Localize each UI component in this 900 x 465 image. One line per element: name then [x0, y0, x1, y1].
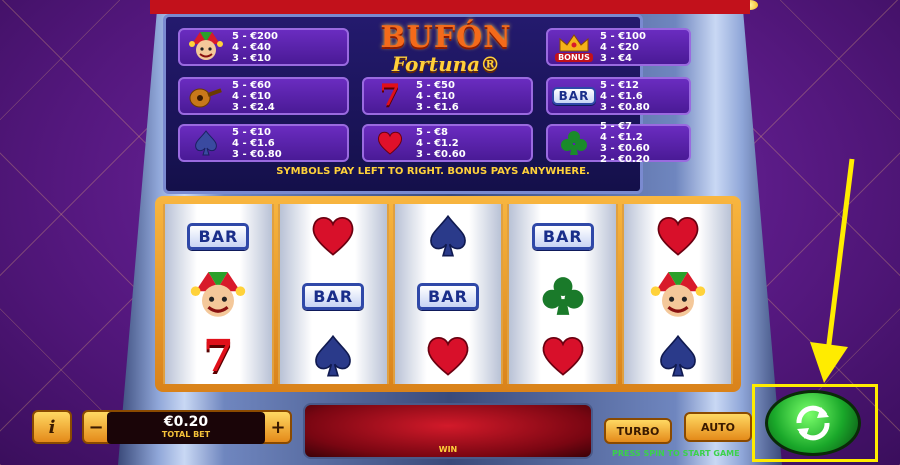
pay-line: 3 - €0.80	[600, 101, 650, 113]
pay-line: 5 - €7	[600, 121, 632, 132]
pay-line: 4 - €40	[232, 41, 271, 53]
paytable-bar: BAR 5 - €12 4 - €1.6 3 - €0.80	[546, 77, 691, 115]
bet-value: €0.20	[163, 414, 209, 430]
heart-icon	[509, 328, 616, 384]
pay-line: 4 - €20	[600, 41, 639, 53]
turbo-button[interactable]: TURBO	[604, 418, 672, 444]
spade-icon	[624, 328, 731, 384]
crown-bonus-icon: BONUS	[548, 30, 600, 64]
paytable-club: 5 - €7 4 - €1.2 3 - €0.60 2 - €0.20	[546, 121, 691, 165]
cabinet-top	[150, 0, 750, 14]
spade-icon	[395, 208, 502, 264]
pay-line: 3 - €1.6	[416, 101, 459, 113]
pay-line: 4 - €1.2	[416, 137, 459, 149]
auto-button[interactable]: AUTO	[684, 412, 752, 442]
heart-icon	[280, 208, 387, 264]
paytable-mandolin: 5 - €60 4 - €10 3 - €2.4	[178, 77, 349, 115]
club-icon	[509, 268, 616, 324]
reel-5	[622, 204, 733, 384]
bar-icon: BAR	[165, 208, 272, 264]
bet-display: €0.20 TOTAL BET	[107, 412, 265, 444]
pay-line: 3 - €0.80	[232, 148, 282, 160]
seven-icon: 7	[203, 330, 234, 382]
info-button[interactable]: i	[32, 410, 72, 444]
spade-icon	[180, 126, 232, 160]
pay-line: 3 - €10	[232, 52, 271, 64]
paytable-seven: 7 5 - €50 4 - €10 3 - €1.6	[362, 77, 533, 115]
spade-icon	[280, 328, 387, 384]
pay-line: 5 - €8	[416, 126, 448, 138]
pay-line: 3 - €0.60	[600, 143, 650, 154]
paytable-heart: 5 - €8 4 - €1.2 3 - €0.60	[362, 124, 533, 162]
jester-icon	[180, 30, 232, 64]
jester-icon	[165, 268, 272, 324]
bar-icon: BAR	[395, 268, 502, 324]
reels-area: BAR 7 BAR BAR BAR	[163, 204, 733, 384]
pay-line: 5 - €50	[416, 79, 455, 91]
pay-line: 5 - €100	[600, 30, 646, 42]
pay-line: 3 - €4	[600, 52, 632, 64]
pay-line: 5 - €200	[232, 30, 278, 42]
bet-label: TOTAL BET	[161, 430, 211, 439]
logo-subtitle: Fortuna®	[391, 52, 501, 76]
spin-button[interactable]	[765, 390, 861, 456]
win-label: WIN	[438, 445, 458, 454]
reel-1: BAR 7	[163, 204, 274, 384]
pay-line: 4 - €1.6	[232, 137, 275, 149]
logo-title: BUFÓN	[380, 20, 512, 55]
pay-line: 5 - €60	[232, 79, 271, 91]
bonus-label: BONUS	[555, 52, 593, 62]
bet-minus-button[interactable]: −	[84, 412, 108, 442]
paytable-jester: 5 - €200 4 - €40 3 - €10	[178, 28, 349, 66]
refresh-icon	[796, 405, 830, 441]
game-logo: BUFÓN Fortuna®	[366, 22, 526, 76]
bet-plus-button[interactable]: +	[266, 412, 290, 442]
mandolin-icon	[180, 79, 232, 113]
pay-line: 4 - €10	[416, 90, 455, 102]
seven-icon: 7	[379, 78, 401, 113]
club-icon	[548, 126, 600, 160]
pay-line: 3 - €2.4	[232, 101, 275, 113]
bar-icon: BAR	[509, 208, 616, 264]
paytable-bonus: BONUS 5 - €100 4 - €20 3 - €4	[546, 28, 691, 66]
pay-line: 5 - €12	[600, 79, 639, 91]
heart-icon	[364, 126, 416, 160]
pay-line: 4 - €10	[232, 90, 271, 102]
reel-3: BAR	[392, 204, 504, 384]
reel-4: BAR	[507, 204, 619, 384]
pay-line: 3 - €0.60	[416, 148, 466, 160]
pay-line: 4 - €1.6	[600, 90, 643, 102]
pay-line: 4 - €1.2	[600, 132, 643, 143]
jester-icon	[624, 268, 731, 324]
bar-icon: BAR	[280, 268, 387, 324]
pay-line: 5 - €10	[232, 126, 271, 138]
pay-line: 2 - €0.20	[600, 154, 650, 165]
heart-icon	[395, 328, 502, 384]
paytable-spade: 5 - €10 4 - €1.6 3 - €0.80	[178, 124, 349, 162]
heart-icon	[624, 208, 731, 264]
pointer-arrow-icon	[810, 158, 855, 383]
press-spin-hint: PRESS SPIN TO START GAME	[612, 449, 740, 458]
reel-2: BAR	[277, 204, 389, 384]
bar-icon: BAR	[548, 79, 600, 113]
paytable-note: SYMBOLS PAY LEFT TO RIGHT. BONUS PAYS AN…	[276, 166, 590, 177]
